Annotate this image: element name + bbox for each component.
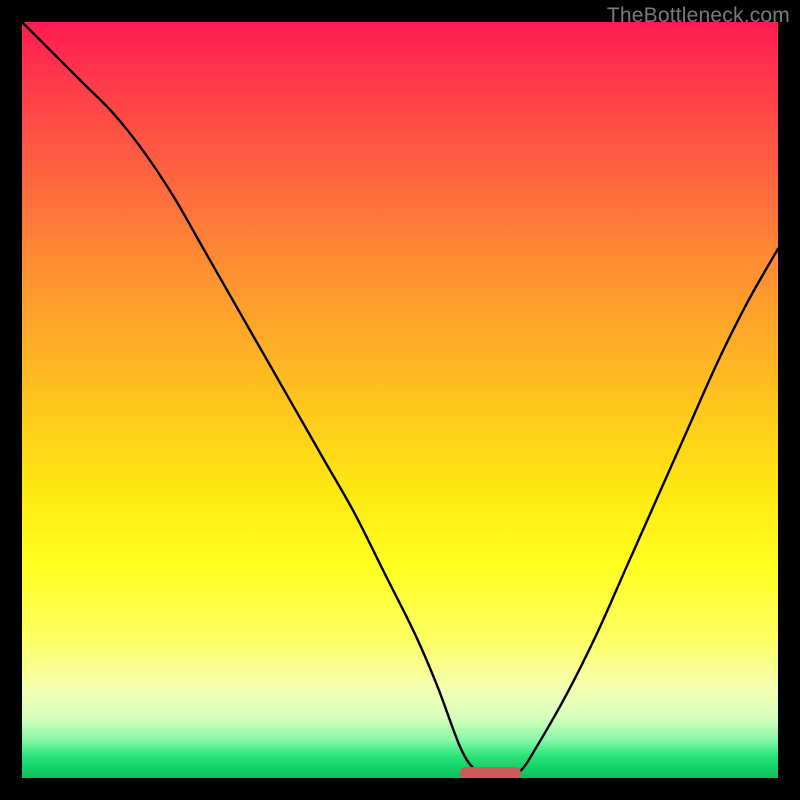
chart-frame: TheBottleneck.com <box>0 0 800 800</box>
watermark-text: TheBottleneck.com <box>607 4 790 28</box>
optimal-range-marker <box>460 767 520 778</box>
bottleneck-curve <box>22 22 778 778</box>
plot-area <box>22 22 778 778</box>
